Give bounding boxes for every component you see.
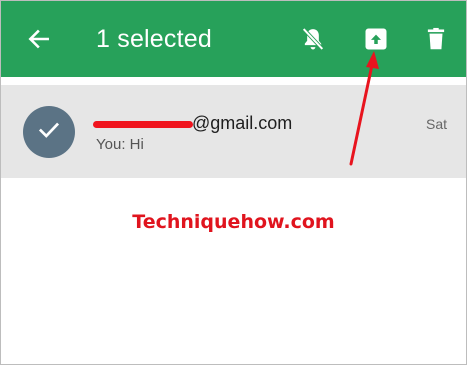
redaction-mark: [93, 121, 193, 128]
action-toolbar: 1 selected: [1, 1, 466, 77]
delete-button[interactable]: [418, 21, 454, 57]
back-arrow-icon: [26, 26, 52, 52]
mute-button[interactable]: [295, 21, 331, 57]
mute-notifications-icon: [299, 25, 327, 53]
back-button[interactable]: [21, 21, 57, 57]
message-date: Sat: [425, 116, 447, 132]
conversation-row[interactable]: @gmail.com You: Hi Sat: [1, 85, 466, 178]
message-snippet: You: Hi: [96, 136, 144, 153]
checkmark-icon: [36, 117, 62, 148]
archive-icon: [362, 25, 390, 53]
avatar[interactable]: [23, 106, 75, 158]
archive-button[interactable]: [358, 21, 394, 57]
selection-count-title: 1 selected: [96, 25, 212, 53]
spacer: [1, 77, 466, 85]
watermark: Techniquehow.com: [132, 211, 335, 233]
delete-icon: [423, 25, 449, 53]
sender-address: @gmail.com: [93, 112, 292, 134]
app-frame: 1 selected @gmail.com You: Hi Sat Techni…: [0, 0, 467, 365]
